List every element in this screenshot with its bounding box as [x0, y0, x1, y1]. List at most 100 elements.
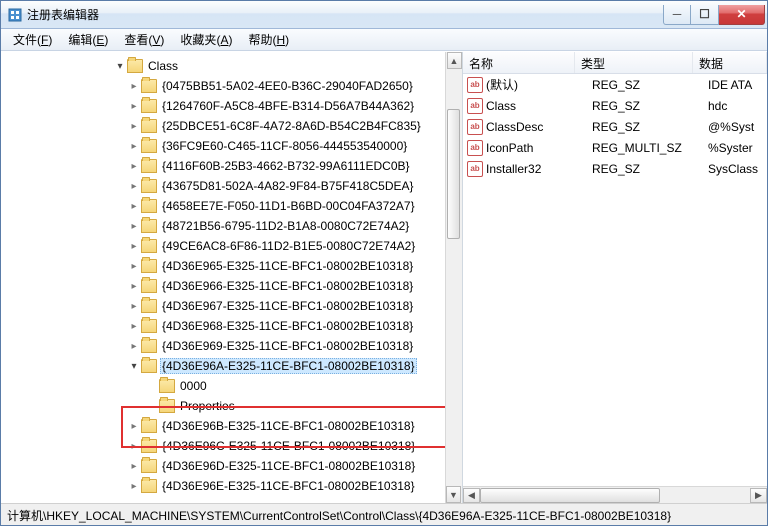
- tree-label: Class: [146, 58, 180, 74]
- tree-item[interactable]: ▸{4D36E967-E325-11CE-BFC1-08002BE10318}: [1, 296, 462, 316]
- folder-icon: [141, 359, 157, 373]
- expand-icon[interactable]: ▸: [127, 101, 141, 112]
- tree-label: {43675D81-502A-4A82-9F84-B75F418C5DEA}: [160, 178, 416, 194]
- statusbar: 计算机\HKEY_LOCAL_MACHINE\SYSTEM\CurrentCon…: [1, 503, 767, 525]
- folder-icon: [141, 299, 157, 313]
- tree-label: {4D36E96C-E325-11CE-BFC1-08002BE10318}: [160, 438, 417, 454]
- col-type[interactable]: 类型: [575, 52, 693, 73]
- expand-icon[interactable]: ▸: [127, 241, 141, 252]
- list-row[interactable]: abIconPathREG_MULTI_SZ%Syster: [463, 137, 767, 158]
- list-pane[interactable]: 名称 类型 数据 ab(默认)REG_SZIDE ATAabClassREG_S…: [463, 52, 767, 503]
- menu-file[interactable]: 文件(F): [5, 29, 60, 50]
- value-data: hdc: [708, 99, 767, 113]
- minimize-button[interactable]: ─: [663, 5, 691, 25]
- content: ▾ Class ▸{0475BB51-5A02-4EE0-B36C-29040FAD…: [1, 51, 767, 503]
- scroll-left-icon[interactable]: ◀: [463, 488, 480, 503]
- scroll-right-icon[interactable]: ▶: [750, 488, 767, 503]
- scroll-thumb[interactable]: [480, 488, 660, 503]
- value-name: IconPath: [486, 141, 592, 155]
- tree-item[interactable]: ▸{49CE6AC8-6F86-11D2-B1E5-0080C72E74A2}: [1, 236, 462, 256]
- window-controls: ─ ☐ ✕: [663, 5, 765, 25]
- expand-icon[interactable]: ▸: [127, 141, 141, 152]
- value-type: REG_SZ: [592, 99, 708, 113]
- menu-favorites[interactable]: 收藏夹(A): [172, 29, 240, 50]
- expand-icon[interactable]: ▸: [127, 121, 141, 132]
- col-data[interactable]: 数据: [693, 52, 767, 73]
- window: 注册表编辑器 ─ ☐ ✕ 文件(F) 编辑(E) 查看(V) 收藏夹(A) 帮助…: [0, 0, 768, 526]
- expand-icon[interactable]: ▸: [127, 321, 141, 332]
- value-type: REG_SZ: [592, 78, 708, 92]
- col-name[interactable]: 名称: [463, 52, 575, 73]
- folder-icon: [141, 459, 157, 473]
- tree-item[interactable]: ▸{36FC9E60-C465-11CF-8056-444553540000}: [1, 136, 462, 156]
- menu-view[interactable]: 查看(V): [116, 29, 172, 50]
- tree-item[interactable]: ▸{48721B56-6795-11D2-B1A8-0080C72E74A2}: [1, 216, 462, 236]
- folder-icon: [141, 79, 157, 93]
- tree-item[interactable]: ▸{4D36E966-E325-11CE-BFC1-08002BE10318}: [1, 276, 462, 296]
- tree-item[interactable]: ▸{4D36E968-E325-11CE-BFC1-08002BE10318}: [1, 316, 462, 336]
- list-row[interactable]: abInstaller32REG_SZSysClass: [463, 158, 767, 179]
- expand-icon[interactable]: ▸: [127, 181, 141, 192]
- value-data: @%Syst: [708, 120, 767, 134]
- folder-icon: [127, 59, 143, 73]
- close-button[interactable]: ✕: [719, 5, 765, 25]
- value-data: %Syster: [708, 141, 767, 155]
- tree-item[interactable]: ▸ {25DBCE51-6C8F-4A72-8A6D-B54C2B4FC835}: [1, 116, 462, 136]
- tree-item[interactable]: Properties: [1, 396, 462, 416]
- tree-item[interactable]: ▸ {4D36E96D-E325-11CE-BFC1-08002BE10318}: [1, 456, 462, 476]
- expand-icon[interactable]: ▸: [127, 421, 141, 432]
- expand-icon[interactable]: ▸: [127, 481, 141, 492]
- expand-icon[interactable]: ▾: [127, 361, 141, 372]
- list-row[interactable]: ab(默认)REG_SZIDE ATA: [463, 74, 767, 95]
- tree-label: {4D36E96D-E325-11CE-BFC1-08002BE10318}: [160, 458, 417, 474]
- value-type: REG_MULTI_SZ: [592, 141, 708, 155]
- expand-icon[interactable]: ▸: [127, 261, 141, 272]
- tree-item[interactable]: ▸{4D36E965-E325-11CE-BFC1-08002BE10318}: [1, 256, 462, 276]
- tree-label: {4116F60B-25B3-4662-B732-99A6111EDC0B}: [160, 158, 412, 174]
- expand-icon[interactable]: ▸: [127, 161, 141, 172]
- folder-icon: [141, 219, 157, 233]
- expand-icon[interactable]: ▸: [127, 201, 141, 212]
- tree-item[interactable]: 0000: [1, 376, 462, 396]
- tree-item[interactable]: ▸{4D36E96B-E325-11CE-BFC1-08002BE10318}: [1, 416, 462, 436]
- tree-item[interactable]: ▸ {4D36E96C-E325-11CE-BFC1-08002BE10318}: [1, 436, 462, 456]
- tree-item[interactable]: ▸ {4D36E96E-E325-11CE-BFC1-08002BE10318}: [1, 476, 462, 496]
- tree-item[interactable]: ▸ {1264760F-A5C8-4BFE-B314-D56A7B44A362}: [1, 96, 462, 116]
- string-value-icon: ab: [467, 161, 483, 177]
- tree-item[interactable]: ▸ {4116F60B-25B3-4662-B732-99A6111EDC0B}: [1, 156, 462, 176]
- menu-help[interactable]: 帮助(H): [240, 29, 297, 50]
- scroll-up-icon[interactable]: ▲: [447, 52, 462, 69]
- expand-icon[interactable]: ▸: [127, 81, 141, 92]
- list-header: 名称 类型 数据: [463, 52, 767, 74]
- scroll-thumb[interactable]: [447, 109, 460, 239]
- expand-icon[interactable]: ▸: [127, 441, 141, 452]
- folder-icon: [141, 159, 157, 173]
- tree-label: {1264760F-A5C8-4BFE-B314-D56A7B44A362}: [160, 98, 416, 114]
- expand-icon[interactable]: ▸: [127, 221, 141, 232]
- scroll-down-icon[interactable]: ▼: [446, 486, 461, 503]
- expand-icon[interactable]: ▸: [127, 301, 141, 312]
- expand-icon[interactable]: ▸: [127, 281, 141, 292]
- tree-label: {25DBCE51-6C8F-4A72-8A6D-B54C2B4FC835}: [160, 118, 423, 134]
- folder-icon: [141, 259, 157, 273]
- titlebar[interactable]: 注册表编辑器 ─ ☐ ✕: [1, 1, 767, 29]
- tree-item[interactable]: ▾{4D36E96A-E325-11CE-BFC1-08002BE10318}: [1, 356, 462, 376]
- tree-pane[interactable]: ▾ Class ▸{0475BB51-5A02-4EE0-B36C-29040FAD…: [1, 52, 463, 503]
- tree-item[interactable]: ▾ Class: [1, 56, 462, 76]
- menu-edit[interactable]: 编辑(E): [60, 29, 116, 50]
- tree-item[interactable]: ▸{4D36E969-E325-11CE-BFC1-08002BE10318}: [1, 336, 462, 356]
- tree-vscrollbar[interactable]: ▲ ▼: [445, 52, 462, 503]
- list-row[interactable]: abClassREG_SZhdc: [463, 95, 767, 116]
- tree-item[interactable]: ▸ {43675D81-502A-4A82-9F84-B75F418C5DEA}: [1, 176, 462, 196]
- expand-icon[interactable]: ▸: [127, 341, 141, 352]
- app-icon: [7, 7, 23, 23]
- tree-item[interactable]: ▸{4658EE7E-F050-11D1-B6BD-00C04FA372A7}: [1, 196, 462, 216]
- folder-icon: [141, 479, 157, 493]
- tree-label: {4D36E96E-E325-11CE-BFC1-08002BE10318}: [160, 478, 417, 494]
- expand-icon[interactable]: ▾: [113, 61, 127, 72]
- list-hscrollbar[interactable]: ◀ ▶: [463, 486, 767, 503]
- list-row[interactable]: abClassDescREG_SZ@%Syst: [463, 116, 767, 137]
- expand-icon[interactable]: ▸: [127, 461, 141, 472]
- maximize-button[interactable]: ☐: [691, 5, 719, 25]
- tree-item[interactable]: ▸{0475BB51-5A02-4EE0-B36C-29040FAD2650}: [1, 76, 462, 96]
